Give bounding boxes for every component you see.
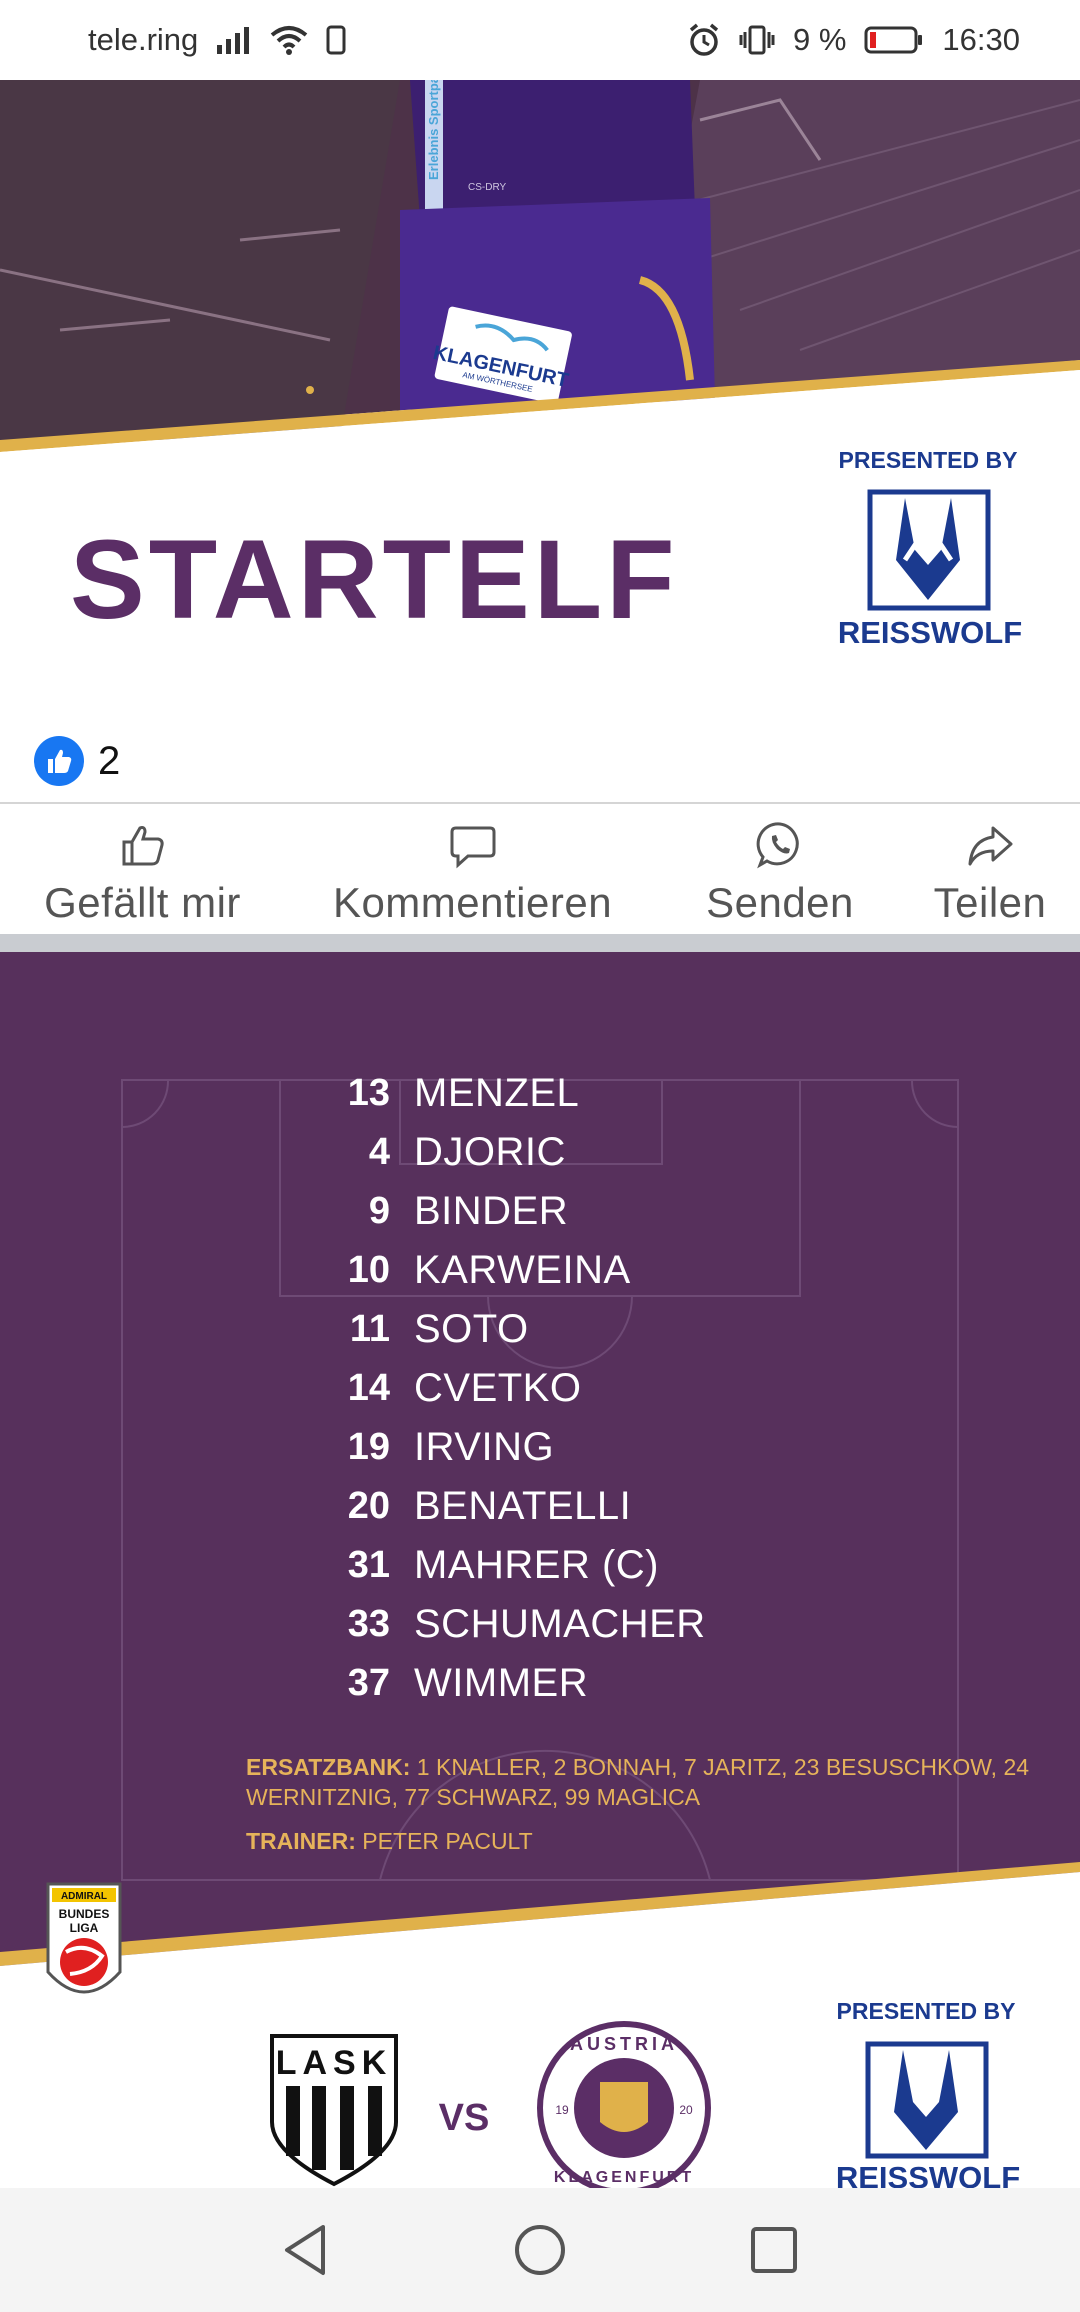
status-right: 9 % 16:30 [687, 22, 1020, 58]
svg-text:ADMIRAL: ADMIRAL [61, 1891, 107, 1902]
player-number: 10 [347, 1249, 390, 1291]
player-name: MAHRER (C) [414, 1543, 659, 1587]
startelf-heading: STARTELF [70, 517, 679, 642]
coach-name: PETER PACULT [362, 1828, 533, 1854]
player-photo: CS-DRY Erlebnis Sportpark KLAGENFURT AM … [0, 80, 1080, 720]
svg-text:AUSTRIA: AUSTRIA [570, 2034, 678, 2054]
svg-text:20: 20 [679, 2103, 693, 2117]
home-icon[interactable] [508, 2218, 572, 2282]
post-image-startelf[interactable]: CS-DRY Erlebnis Sportpark KLAGENFURT AM … [0, 80, 1080, 720]
like-icon [34, 736, 84, 786]
reaction-count: 2 [98, 738, 121, 783]
player-number: 37 [347, 1662, 390, 1704]
carrier-label: tele.ring [88, 22, 199, 57]
status-left: tele.ring [88, 22, 346, 58]
send-button-label: Senden [706, 879, 854, 926]
battery-percent: 9 % [793, 22, 847, 57]
vs-label: VS [439, 2097, 490, 2139]
share-icon [965, 820, 1015, 875]
player-name: WIMMER [414, 1661, 589, 1705]
lineup-row: 37 WIMMER [0, 1654, 1080, 1713]
player-shirt [410, 80, 695, 220]
alarm-icon [687, 23, 721, 57]
recents-icon[interactable] [742, 2218, 806, 2282]
substitutes: ERSATZBANK: 1 KNALLER, 2 BONNAH, 7 JARIT… [246, 1752, 1036, 1812]
lineup-row: 14 CVETKO [0, 1359, 1080, 1418]
thumbs-up-icon [118, 820, 168, 875]
lineup-row: 33 SCHUMACHER [0, 1595, 1080, 1654]
system-nav-bar [0, 2188, 1080, 2312]
post-image-lineup[interactable]: ADMIRAL BUNDES LIGA LASK VS AUSTRIA KLAG… [0, 952, 1080, 2188]
coach-label: TRAINER: [246, 1828, 356, 1854]
whatsapp-icon [755, 820, 805, 875]
post-action-bar: Gefällt mir Kommentieren Senden Teilen [0, 804, 1080, 934]
bundesliga-logo: ADMIRAL BUNDES LIGA [46, 1882, 122, 1994]
sponsor-name: REISSWOLF [838, 615, 1022, 650]
comment-button-label: Kommentieren [332, 879, 613, 926]
sim-icon [326, 25, 346, 55]
player-number: 4 [368, 1131, 390, 1173]
svg-text:LIGA: LIGA [70, 1921, 99, 1935]
player-number: 20 [347, 1485, 390, 1527]
sleeve-text: Erlebnis Sportpark [426, 80, 441, 180]
player-name: DJORIC [414, 1130, 566, 1174]
lineup-row: 9 BINDER [0, 1182, 1080, 1241]
player-name: SOTO [414, 1307, 529, 1351]
svg-text:KLAGENFURT: KLAGENFURT [554, 2169, 694, 2186]
coach: TRAINER: PETER PACULT [246, 1828, 533, 1855]
post-separator [0, 934, 1080, 952]
share-button-label: Teilen [933, 879, 1047, 926]
player-name: MENZEL [414, 1071, 580, 1115]
presented-by-label: PRESENTED BY [839, 447, 1018, 473]
reisswolf-logo-2 [865, 2041, 989, 2159]
comment-icon [448, 820, 498, 875]
status-bar: tele.ring 9 % 16:30 [0, 0, 1080, 80]
like-button-label: Gefällt mir [44, 879, 241, 926]
player-name: CVETKO [414, 1366, 582, 1410]
player-name: KARWEINA [414, 1248, 631, 1292]
player-number: 9 [368, 1190, 390, 1232]
presented-by-label-2: PRESENTED BY [837, 1998, 1016, 2024]
battery-icon [864, 25, 924, 55]
player-name: BENATELLI [414, 1484, 632, 1528]
lineup-row: 31 MAHRER (C) [0, 1536, 1080, 1595]
player-name: SCHUMACHER [414, 1602, 706, 1646]
svg-text:CS-DRY: CS-DRY [468, 182, 506, 193]
send-button[interactable]: Senden [660, 804, 900, 934]
svg-text:19: 19 [555, 2103, 569, 2117]
share-button[interactable]: Teilen [900, 804, 1080, 934]
player-number: 13 [347, 1072, 390, 1114]
player-number: 14 [347, 1367, 390, 1409]
like-button[interactable]: Gefällt mir [0, 804, 285, 934]
player-number: 11 [349, 1308, 390, 1350]
lineup-row: 10 KARWEINA [0, 1241, 1080, 1300]
sponsor-name-2: REISSWOLF [836, 2160, 1020, 2188]
reactions-summary[interactable]: 2 [0, 720, 1080, 802]
lineup-row: 4 DJORIC [0, 1123, 1080, 1182]
subs-label: ERSATZBANK: [246, 1754, 411, 1780]
lineup-row: 11 SOTO [0, 1300, 1080, 1359]
back-icon[interactable] [274, 2218, 338, 2282]
vibrate-icon [739, 24, 775, 56]
clock: 16:30 [942, 22, 1020, 57]
lineup-row: 13 MENZEL [0, 1064, 1080, 1123]
player-number: 31 [347, 1544, 390, 1586]
lineup-row: 19 IRVING [0, 1418, 1080, 1477]
player-name: BINDER [414, 1189, 569, 1233]
player-number: 19 [347, 1426, 390, 1468]
svg-text:LASK: LASK [276, 2044, 393, 2082]
reisswolf-logo [867, 489, 991, 611]
signal-icon [216, 25, 252, 55]
wifi-icon [270, 25, 308, 55]
austria-klagenfurt-crest: AUSTRIA KLAGENFURT 19 20 [537, 2021, 711, 2188]
player-number: 33 [347, 1603, 390, 1645]
comment-button[interactable]: Kommentieren [285, 804, 660, 934]
lineup-row: 20 BENATELLI [0, 1477, 1080, 1536]
svg-text:BUNDES: BUNDES [59, 1907, 110, 1921]
player-name: IRVING [414, 1425, 555, 1469]
